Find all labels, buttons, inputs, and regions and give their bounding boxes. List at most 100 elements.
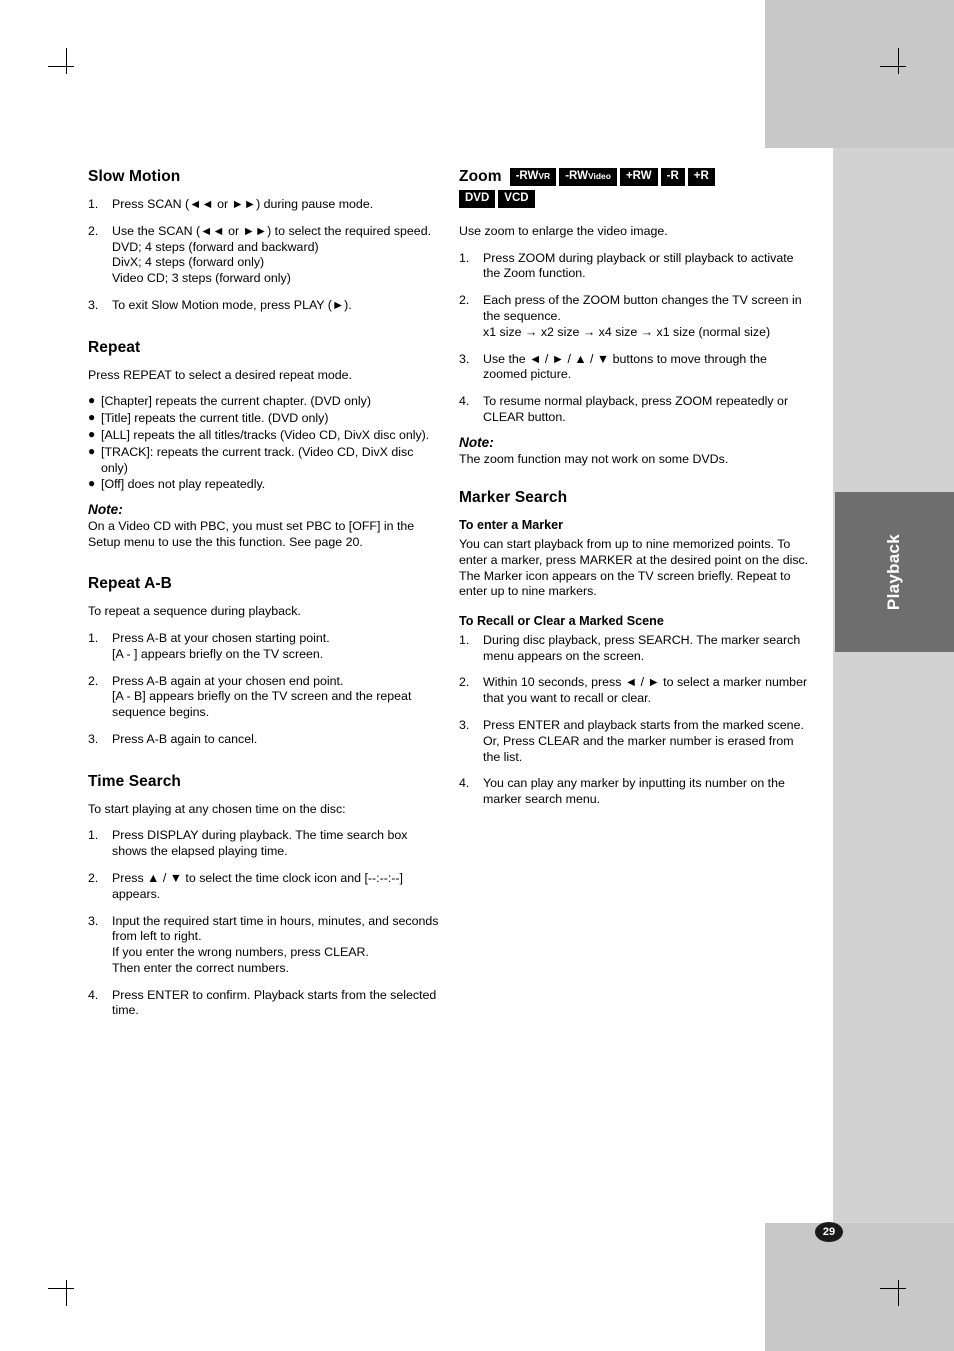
repeat-note-text: On a Video CD with PBC, you must set PBC…	[88, 519, 415, 549]
list-item: 3. Press ENTER and playback starts from t…	[459, 718, 811, 765]
step-text: Press A-B again to cancel.	[112, 731, 258, 746]
list-item: 4. To resume normal playback, press ZOOM …	[459, 394, 811, 426]
zoom-heading-row: Zoom -RWVR -RWVideo +RW -R +R	[459, 168, 811, 190]
step-text: You can play any marker by inputting its…	[483, 776, 785, 807]
step-text: To exit Slow Motion mode, press PLAY (►)…	[112, 297, 352, 312]
repeat-modes-list: ● [Chapter] repeats the current chapter. …	[88, 393, 440, 493]
zoom-disc-badges-row1: -RWVR -RWVideo +RW -R +R	[509, 168, 718, 190]
step-text: Use the ◄ / ► / ▲ / ▼ buttons to move th…	[483, 351, 767, 382]
step-number: 3.	[88, 913, 99, 928]
disc-badge-vcd: VCD	[498, 190, 535, 208]
page-footer-band	[765, 1223, 954, 1351]
list-item: ● [Chapter] repeats the current chapter. …	[88, 393, 440, 410]
zoom-title: Zoom	[459, 168, 502, 185]
crop-mark	[66, 48, 67, 74]
list-item: ● [ALL] repeats the all titles/tracks (Vi…	[88, 426, 440, 444]
step-number: 3.	[88, 731, 99, 746]
list-item: 4. You can play any marker by inputting i…	[459, 776, 811, 808]
repeat-intro: Press REPEAT to select a desired repeat …	[88, 367, 353, 382]
list-item-text: [Chapter] repeats the current chapter. (…	[101, 394, 371, 409]
crop-mark	[898, 1280, 899, 1306]
crop-mark	[880, 1288, 906, 1289]
zoom-note-text: The zoom function may not work on some D…	[459, 451, 729, 466]
section-zoom: Zoom -RWVR -RWVideo +RW -R +R DVD VCD Use zoo…	[459, 168, 811, 467]
step-text: Input the required start time in hours, …	[112, 913, 439, 975]
crop-mark	[48, 66, 74, 67]
list-item: 3. Input the required start time in hours…	[88, 914, 440, 977]
section-time-search: Time Search To start playing at any chos…	[88, 773, 440, 1020]
step-number: 3.	[459, 351, 470, 366]
step-number: 2.	[459, 675, 470, 690]
zoom-intro: Use zoom to enlarge the video image.	[459, 224, 668, 238]
list-item: 3. To exit Slow Motion mode, press PLAY (…	[88, 298, 440, 314]
recall-marker-subhead: To Recall or Clear a Marked Scene	[459, 613, 664, 628]
list-item: 2. Press ▲ / ▼ to select the time clock i…	[88, 871, 440, 903]
bullet-icon: ●	[88, 393, 96, 408]
step-text: Press A-B again at your chosen end point…	[112, 673, 412, 720]
step-number: 2.	[88, 673, 99, 688]
right-column: Zoom -RWVR -RWVideo +RW -R +R DVD VCD Use zoo…	[459, 168, 811, 833]
repeat-note-title: Note:	[88, 502, 123, 518]
step-text: Use the SCAN (◄◄ or ►►) to select the re…	[112, 223, 432, 286]
crop-mark	[898, 48, 899, 74]
list-item-text: [Title] repeats the current title. (DVD …	[101, 411, 329, 426]
step-text: Press ENTER to confirm. Playback starts …	[112, 987, 437, 1018]
marker-search-title: Marker Search	[459, 489, 568, 507]
crop-mark	[48, 1288, 74, 1289]
step-number: 4.	[459, 394, 470, 409]
step-number: 1.	[88, 630, 99, 645]
list-item: 3. Press A-B again to cancel.	[88, 732, 440, 748]
crop-mark	[66, 1280, 67, 1306]
list-item: 1. Press A-B at your chosen starting poin…	[88, 631, 440, 663]
repeat-title: Repeat	[88, 338, 141, 356]
step-text: Each press of the ZOOM button changes th…	[483, 293, 802, 339]
step-number: 1.	[88, 197, 99, 211]
section-slow-motion: Slow Motion 1. Press SCAN (◄◄ or ►►) duri…	[88, 168, 440, 314]
step-text: To resume normal playback, press ZOOM re…	[483, 394, 789, 424]
step-text: Press ENTER and playback starts from the…	[483, 717, 804, 764]
step-text: Within 10 seconds, press ◄ / ► to select…	[483, 675, 808, 706]
section-repeat-ab: Repeat A-B To repeat a sequence during p…	[88, 575, 440, 747]
page-header-band	[765, 0, 954, 148]
disc-badge-rw-vr: -RWVR	[509, 168, 557, 186]
marker-search-steps: 1. During disc playback, press SEARCH. Th…	[459, 633, 811, 808]
disc-badge-dvd: DVD	[459, 190, 496, 208]
list-item: 2. Press A-B again at your chosen end poi…	[88, 674, 440, 721]
time-search-steps: 1. Press DISPLAY during playback. The tim…	[88, 828, 440, 1019]
enter-marker-subhead: To enter a Marker	[459, 518, 564, 533]
list-item: 1. During disc playback, press SEARCH. Th…	[459, 633, 811, 665]
step-number: 1.	[459, 250, 470, 265]
zoom-disc-badges-row2: DVD VCD	[459, 190, 538, 212]
time-search-title: Time Search	[88, 772, 182, 790]
section-repeat: Repeat Press REPEAT to select a desired …	[88, 339, 440, 551]
list-item: 2. Within 10 seconds, press ◄ / ► to sele…	[459, 675, 811, 707]
step-number: 3.	[459, 717, 470, 732]
list-item: 1. Press SCAN (◄◄ or ►►) during pause mod…	[88, 197, 440, 213]
list-item-text: [ALL] repeats the all titles/tracks (Vid…	[101, 427, 430, 442]
list-item-text: [Off] does not play repeatedly.	[101, 477, 266, 492]
slow-motion-steps: 1. Press SCAN (◄◄ or ►►) during pause mod…	[88, 197, 440, 314]
step-number: 3.	[88, 297, 99, 312]
section-marker-search: Marker Search To enter a Marker You can …	[459, 489, 811, 808]
bullet-icon: ●	[88, 426, 96, 441]
step-text: Press DISPLAY during playback. The time …	[112, 828, 408, 859]
zoom-note-title: Note:	[459, 434, 494, 450]
list-item: ● [TRACK]: repeats the current track. (Vi…	[88, 444, 440, 477]
step-number: 2.	[88, 223, 99, 238]
slow-motion-title: Slow Motion	[88, 168, 181, 185]
list-item: 4. Press ENTER to confirm. Playback start…	[88, 988, 440, 1020]
step-text: Press SCAN (◄◄ or ►►) during pause mode.	[112, 197, 374, 211]
enter-marker-text: You can start playback from up to nine m…	[459, 537, 809, 599]
step-number: 1.	[88, 828, 99, 843]
disc-badge-minus-r: -R	[660, 168, 685, 186]
time-search-intro: To start playing at any chosen time on t…	[88, 801, 346, 816]
step-text: During disc playback, press SEARCH. The …	[483, 632, 801, 663]
step-number: 1.	[459, 632, 470, 647]
step-number: 4.	[88, 987, 99, 1002]
disc-badge-plus-r: +R	[687, 168, 715, 186]
list-item: ● [Title] repeats the current title. (DVD…	[88, 410, 440, 427]
step-number: 2.	[88, 870, 99, 885]
bullet-icon: ●	[88, 476, 96, 491]
bullet-icon: ●	[88, 410, 96, 425]
step-text: Press ZOOM during playback or still play…	[483, 250, 794, 281]
